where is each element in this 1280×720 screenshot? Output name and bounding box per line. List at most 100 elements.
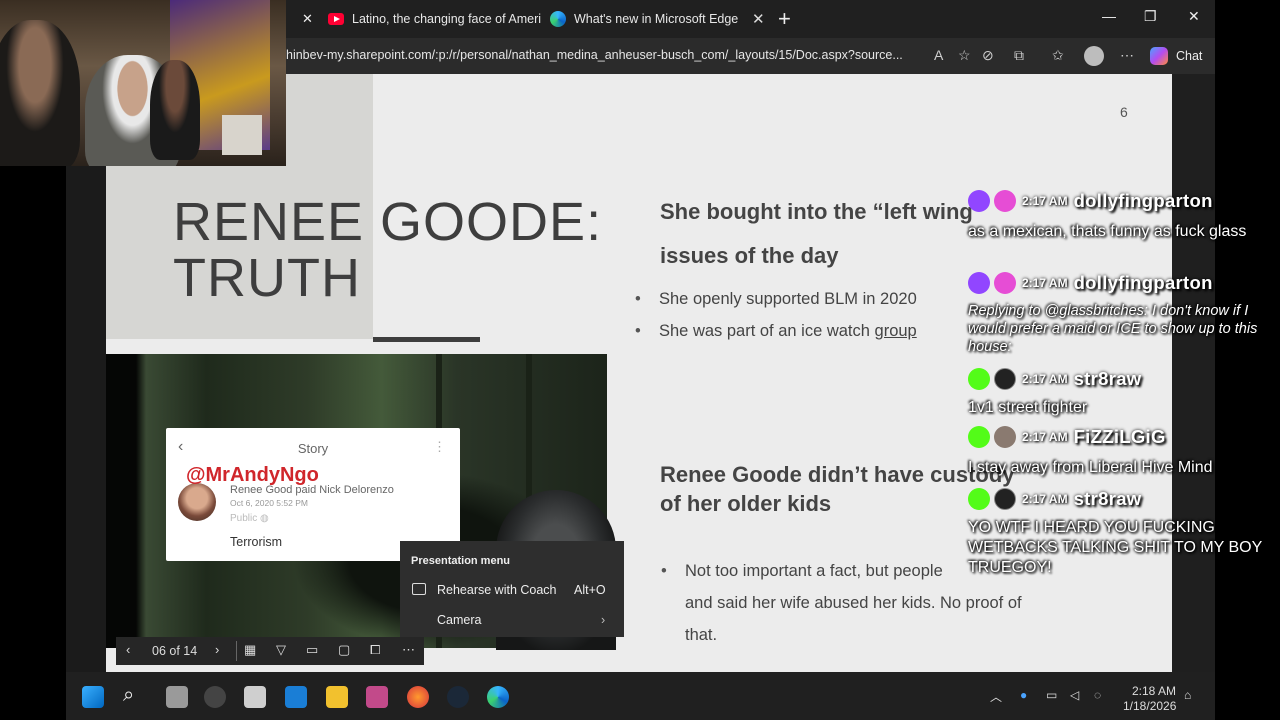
- edge-icon[interactable]: [487, 686, 509, 708]
- heading-line: of her older kids: [660, 491, 832, 516]
- microphone-icon[interactable]: ●: [1020, 688, 1027, 702]
- heading-line: issues of the day: [660, 243, 839, 268]
- person-right: [150, 60, 200, 160]
- new-tab-button[interactable]: +: [778, 6, 791, 32]
- chat-timestamp: 2:17 AM: [1022, 430, 1068, 444]
- chat-message-text: 1v1 street fighter: [968, 399, 1088, 416]
- story-date: Oct 6, 2020 5:52 PM: [230, 498, 308, 508]
- more-options-icon[interactable]: ⋯: [402, 642, 415, 658]
- story-word: Terrorism: [230, 535, 283, 549]
- slide-title: RENEE GOODE: TRUTH: [173, 194, 643, 306]
- kick-badge-icon: [968, 368, 990, 390]
- chat-message-header: 2:17 AM str8raw: [968, 366, 1142, 392]
- chat-username: str8raw: [1073, 368, 1142, 389]
- next-slide-button[interactable]: ›: [215, 642, 219, 657]
- task-view-icon[interactable]: [166, 686, 188, 708]
- title-line-2: TRUTH: [173, 248, 361, 308]
- close-window-button[interactable]: ✕: [1188, 8, 1200, 25]
- chevron-right-icon: ›: [601, 613, 606, 627]
- rehearse-with-coach-item[interactable]: Rehearse with Coach: [437, 583, 557, 597]
- present-screen-icon[interactable]: ⧠: [370, 642, 380, 658]
- title-underline: [373, 337, 480, 342]
- windows-taskbar: ⌕ ︿ ● ▭ ◁ ◌ 2:18 AM 1/18/2026 ⌂: [66, 672, 1215, 720]
- heading-line: She bought into the “left wing: [660, 199, 973, 224]
- avatar: [178, 483, 216, 521]
- windows-start-icon[interactable]: [82, 686, 104, 708]
- presentation-menu-header: Presentation menu: [411, 555, 511, 567]
- profile-avatar[interactable]: [1084, 46, 1104, 66]
- pen-tools-icon[interactable]: ▽: [276, 642, 286, 658]
- chat-message-text: I stay away from Liberal Hive Mind: [968, 459, 1213, 476]
- previous-slide-button[interactable]: ‹: [126, 642, 130, 657]
- chat-message-text: as a mexican, thats funny as fuck glass: [968, 223, 1247, 240]
- favorites-bar-icon[interactable]: ✩: [1052, 47, 1064, 64]
- chat-timestamp: 2:17 AM: [1022, 194, 1068, 208]
- read-aloud-icon[interactable]: A: [934, 47, 943, 63]
- kebab-menu-icon: ⋮: [433, 439, 446, 454]
- all-slides-icon[interactable]: ▦: [244, 642, 256, 658]
- clock-time[interactable]: 2:18 AM: [1132, 684, 1176, 698]
- kick-badge-icon: [968, 488, 990, 510]
- battery-icon[interactable]: ◌: [1094, 688, 1101, 702]
- search-icon[interactable]: ⌕: [123, 684, 134, 707]
- chat-username: dollyfingparton: [1073, 272, 1213, 293]
- chat-username: FiZZiLGiG: [1073, 426, 1166, 447]
- shortcut-label: Alt+O: [574, 583, 606, 597]
- camera-item[interactable]: Camera: [437, 613, 481, 627]
- app-icon[interactable]: [244, 686, 266, 708]
- coach-icon: [412, 583, 426, 595]
- minimize-button[interactable]: —: [1102, 8, 1116, 24]
- chat-username: dollyfingparton: [1073, 190, 1213, 211]
- outlook-icon[interactable]: [285, 686, 307, 708]
- chat-timestamp: 2:17 AM: [1022, 372, 1068, 386]
- user-badge-icon: [994, 488, 1016, 510]
- tab-youtube[interactable]: Latino, the changing face of Ameri: [328, 4, 548, 34]
- chat-message-text: Replying to @glassbritches: I don't know…: [968, 303, 1258, 355]
- tab-edge-news[interactable]: What's new in Microsoft Edge ✕: [550, 4, 768, 34]
- firefox-icon[interactable]: [407, 686, 429, 708]
- copilot-chat-button[interactable]: Chat: [1150, 45, 1202, 67]
- story-title: Story: [297, 441, 329, 456]
- chat-username: str8raw: [1073, 488, 1142, 509]
- user-badge-icon: [994, 426, 1016, 448]
- tab-close-icon[interactable]: ✕: [752, 10, 765, 28]
- more-menu-icon[interactable]: ⋯: [1120, 47, 1134, 64]
- globe-icon: ◍: [260, 513, 269, 524]
- youtube-icon: [328, 13, 344, 25]
- extensions-icon[interactable]: ⧉: [1014, 47, 1024, 64]
- bullet-blm: She openly supported BLM in 2020: [635, 290, 917, 309]
- file-explorer-icon[interactable]: [326, 686, 348, 708]
- twitch-badge-icon: [968, 272, 990, 294]
- tab-label: Latino, the changing face of Ameri: [352, 12, 542, 26]
- chat-message-text: YO WTF I HEARD YOU FUCKING WETBACKS TALK…: [968, 519, 1263, 576]
- favorite-star-icon[interactable]: ☆: [958, 47, 971, 64]
- story-visibility: Public ◍: [230, 513, 269, 524]
- tray-chevron-icon[interactable]: ︿: [990, 688, 1002, 705]
- network-icon[interactable]: ▭: [1046, 688, 1057, 702]
- volume-icon[interactable]: ◁: [1070, 688, 1079, 702]
- clock-date[interactable]: 1/18/2026: [1123, 699, 1176, 713]
- user-badge-icon: [994, 272, 1016, 294]
- camera-off-icon[interactable]: ▢: [338, 642, 350, 658]
- user-badge-icon: [994, 190, 1016, 212]
- tracking-prevention-icon[interactable]: ⊘: [982, 47, 994, 64]
- chat-label: Chat: [1176, 49, 1203, 63]
- bullet-line: and said her wife abused her kids. No pr…: [685, 594, 1022, 612]
- person-left: [0, 20, 80, 166]
- notifications-icon[interactable]: ⌂: [1184, 688, 1191, 702]
- restore-button[interactable]: ❐: [1144, 8, 1157, 25]
- url-field[interactable]: hinbev-my.sharepoint.com/:p:/r/personal/…: [286, 48, 903, 62]
- bullet-text: She was part of an ice watch: [659, 322, 875, 340]
- app-icon[interactable]: [204, 686, 226, 708]
- tab-close-button[interactable]: ✕: [302, 11, 313, 27]
- story-handle: @MrAndyNgo: [186, 464, 319, 486]
- steam-icon[interactable]: [447, 686, 469, 708]
- chat-timestamp: 2:17 AM: [1022, 492, 1068, 506]
- slide-counter: 06 of 14: [152, 644, 198, 658]
- presentation-menu: Presentation menu Rehearse with Coach Al…: [400, 541, 624, 637]
- edge-icon: [550, 11, 566, 27]
- subtitles-off-icon[interactable]: ▭: [306, 642, 318, 658]
- title-line-1: RENEE GOODE:: [173, 192, 603, 252]
- group-link[interactable]: group: [875, 322, 917, 340]
- app-icon[interactable]: [366, 686, 388, 708]
